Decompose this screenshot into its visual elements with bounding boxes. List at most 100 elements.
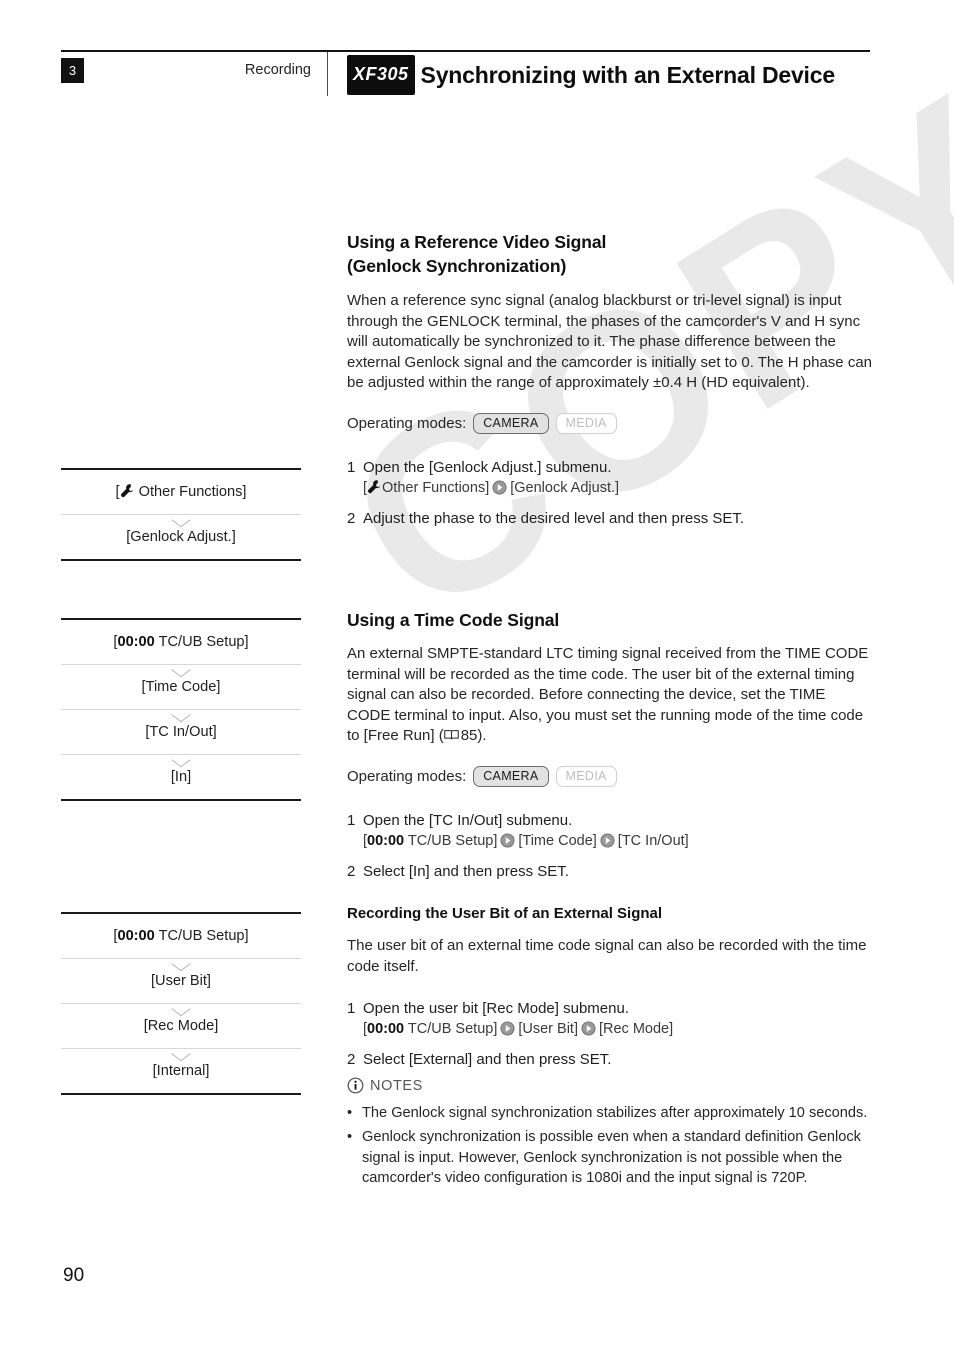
- chevron-right-circle-icon: [492, 480, 507, 495]
- timecode-icon: 00:00: [117, 928, 155, 944]
- mode-badge-media: MEDIA: [555, 765, 617, 787]
- timecode-step-1: 1 Open the [TC In/Out] submenu.: [347, 810, 872, 831]
- note-item: • The Genlock signal synchronization sta…: [347, 1103, 872, 1123]
- timecode-step-1-text: Open the [TC In/Out] submenu.: [363, 811, 573, 829]
- genlock-step-2-number: 2: [347, 509, 356, 527]
- genlock-step-1-path: [Other Functions] [Genlock Adjust.]: [363, 479, 620, 496]
- mode-badge-camera: CAMERA: [473, 412, 549, 434]
- menu-path-item: [User Bit]: [150, 973, 211, 989]
- userbit-step-1-number: 1: [347, 1000, 356, 1018]
- genlock-heading-line2: (Genlock Synchronization): [347, 256, 567, 276]
- timecode-step-2-text: Select [In] and then press SET.: [363, 862, 569, 880]
- menu-path-item-label: TC/UB Setup]: [158, 928, 249, 944]
- menu-path-item: [In]: [170, 769, 192, 785]
- timecode-operating-modes-label: Operating modes:: [347, 767, 467, 785]
- menu-path-userbit: [00:00 TC/UB Setup] [User Bit] [Rec Mode…: [61, 912, 301, 1095]
- menu-path-item: [Time Code]: [141, 679, 221, 695]
- section-timecode: Using a Time Code Signal An external SMP…: [347, 608, 872, 882]
- timecode-step-1-path: [00:00 TC/UB Setup] [Time Code] [TC In/Out…: [363, 832, 689, 849]
- section-userbit: Recording the User Bit of an External Si…: [347, 903, 872, 1070]
- genlock-step-1-text: Open the [Genlock Adjust.] submenu.: [363, 458, 612, 476]
- wrench-icon: [367, 480, 381, 494]
- timecode-icon: 00:00: [367, 832, 405, 849]
- timecode-body: An external SMPTE-standard LTC timing si…: [347, 644, 872, 747]
- header-section-label: Recording: [244, 62, 311, 78]
- timecode-icon: 00:00: [367, 1021, 405, 1038]
- chevron-right-circle-icon: [500, 1021, 515, 1036]
- genlock-step-2-text: Adjust the phase to the desired level an…: [363, 509, 745, 527]
- genlock-operating-modes: Operating modes: CAMERA MEDIA: [347, 412, 872, 434]
- genlock-step-1: 1 Open the [Genlock Adjust.] submenu.: [347, 457, 872, 478]
- menu-path-bottom-rule: [61, 559, 301, 561]
- userbit-step-1-path-b: [User Bit]: [518, 1021, 578, 1038]
- userbit-step-2-text: Select [External] and then press SET.: [363, 1051, 612, 1069]
- page-number: 90: [63, 1265, 85, 1286]
- note-bullet: •: [347, 1129, 353, 1146]
- genlock-step-2: 2 Adjust the phase to the desired level …: [347, 508, 872, 529]
- menu-path-item: [00:00 TC/UB Setup]: [113, 634, 249, 650]
- notes-block: NOTES • The Genlock signal synchronizati…: [347, 1077, 872, 1189]
- timecode-step-1-path-a: TC/UB Setup]: [407, 832, 498, 849]
- chevron-right-circle-icon: [581, 1021, 596, 1036]
- userbit-step-1-path: [00:00 TC/UB Setup] [User Bit] [Rec Mode]: [363, 1021, 674, 1038]
- page-title-text: Synchronizing with an External Device: [420, 62, 836, 88]
- chevron-right-circle-icon: [600, 833, 615, 848]
- menu-path-item: [Genlock Adjust.]: [126, 529, 236, 545]
- genlock-step-1-number: 1: [347, 458, 356, 476]
- timecode-body-ref-page: 85: [460, 727, 478, 745]
- menu-path-timecode: [00:00 TC/UB Setup] [Time Code] [TC In/O…: [61, 618, 301, 801]
- userbit-step-1: 1 Open the user bit [Rec Mode] submenu.: [347, 998, 872, 1019]
- info-icon: [347, 1077, 364, 1094]
- model-tag: XF305: [347, 55, 415, 95]
- menu-path-item: [Rec Mode]: [143, 1018, 219, 1034]
- mode-badge-camera: CAMERA: [473, 765, 549, 787]
- userbit-step-1-text: Open the user bit [Rec Mode] submenu.: [363, 1000, 629, 1018]
- document-page: COPY 3 Recording XF305 Synchronizing with…: [0, 0, 954, 1348]
- notes-label: NOTES: [370, 1077, 423, 1094]
- userbit-step-2: 2 Select [External] and then press SET.: [347, 1049, 872, 1070]
- timecode-icon: 00:00: [117, 634, 155, 650]
- userbit-step-1-path-a: TC/UB Setup]: [407, 1021, 498, 1038]
- userbit-step-2-number: 2: [347, 1051, 356, 1069]
- header-divider: [327, 52, 328, 96]
- timecode-step-1-path-b: [Time Code]: [518, 832, 597, 849]
- menu-path-bottom-rule: [61, 799, 301, 801]
- menu-path-item-label: Other Functions]: [138, 484, 247, 500]
- note-bullet: •: [347, 1105, 353, 1121]
- book-icon: [443, 727, 459, 740]
- menu-path-bottom-rule: [61, 1093, 301, 1095]
- notes-header: NOTES: [347, 1077, 872, 1094]
- genlock-body: When a reference sync signal (analog bla…: [347, 292, 872, 392]
- genlock-operating-modes-label: Operating modes:: [347, 414, 467, 432]
- note-item: • Genlock synchronization is possible ev…: [347, 1127, 872, 1188]
- userbit-step-1-path-c: [Rec Mode]: [598, 1021, 674, 1038]
- section-genlock: Using a Reference Video Signal (Genlock …: [347, 230, 872, 529]
- menu-path-item-label: TC/UB Setup]: [158, 634, 249, 650]
- timecode-step-2-number: 2: [347, 862, 356, 880]
- timecode-step-1-path-c: [TC In/Out]: [617, 832, 689, 849]
- wrench-icon: [120, 484, 133, 498]
- timecode-body-part2: ).: [477, 727, 487, 745]
- header-rule: [61, 50, 870, 52]
- mode-badge-media: MEDIA: [555, 412, 617, 434]
- genlock-heading-line1: Using a Reference Video Signal: [347, 232, 607, 252]
- menu-path-genlock: [ Other Functions] [Genlock Adjust.]: [61, 468, 301, 561]
- timecode-operating-modes: Operating modes: CAMERA MEDIA: [347, 765, 872, 787]
- menu-path-item: [Internal]: [152, 1063, 210, 1079]
- page-title: XF305 Synchronizing with an External Devi…: [347, 55, 867, 95]
- note-text: The Genlock signal synchronization stabi…: [362, 1105, 868, 1121]
- note-text: Genlock synchronization is possible even…: [362, 1129, 861, 1187]
- userbit-heading: Recording the User Bit of an External Si…: [347, 905, 663, 922]
- menu-path-item: [ Other Functions]: [115, 484, 247, 500]
- timecode-body-part1: An external SMPTE-standard LTC timing si…: [347, 645, 869, 745]
- chevron-right-circle-icon: [500, 833, 515, 848]
- menu-path-item: [00:00 TC/UB Setup]: [113, 928, 249, 944]
- userbit-body: The user bit of an external time code si…: [347, 937, 867, 975]
- genlock-step-1-path-b: [Genlock Adjust.]: [510, 479, 620, 496]
- genlock-step-1-path-a: Other Functions]: [382, 479, 490, 496]
- page-header: 3 Recording XF305 Synchronizing with an E…: [0, 0, 954, 180]
- menu-path-item: [TC In/Out]: [145, 724, 217, 740]
- timecode-step-2: 2 Select [In] and then press SET.: [347, 861, 872, 882]
- chapter-badge: 3: [61, 58, 84, 83]
- timecode-heading: Using a Time Code Signal: [347, 610, 560, 630]
